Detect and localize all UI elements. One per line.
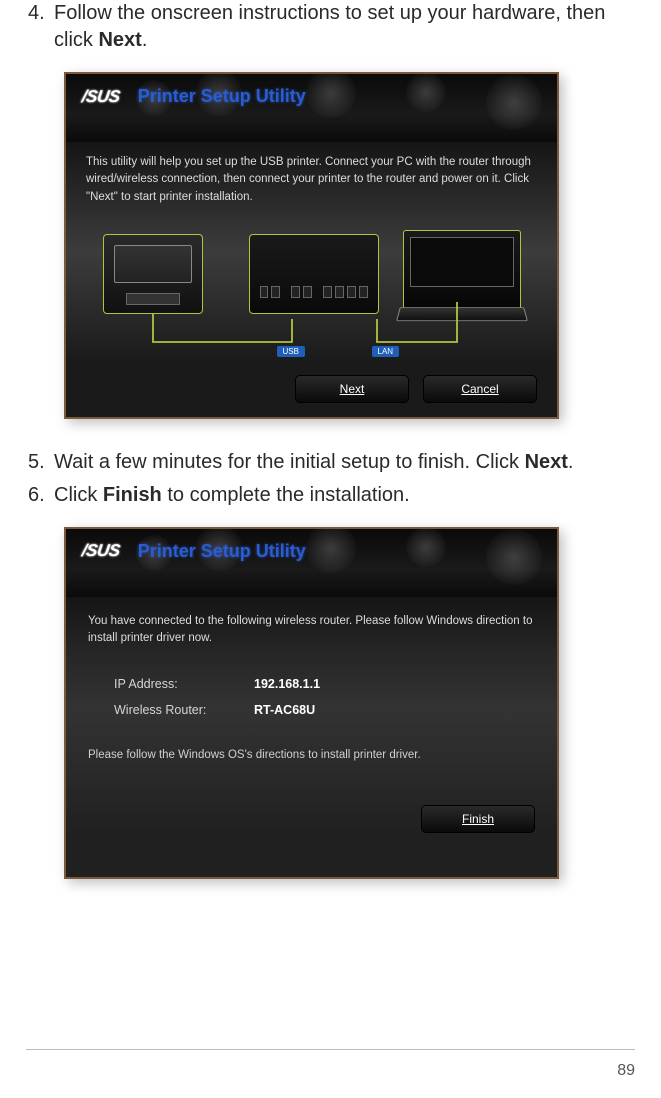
asus-logo: /SUS [81,87,121,107]
ip-row: IP Address: 192.168.1.1 [114,677,535,691]
setup-instruction: This utility will help you set up the US… [86,154,537,206]
utility-title: Printer Setup Utility [138,541,306,562]
footer-rule [26,1049,635,1050]
step-text: Click Finish to complete the installatio… [54,482,410,509]
router-row: Wireless Router: RT-AC68U [114,703,535,717]
driver-note: Please follow the Windows OS's direction… [88,749,535,761]
router-value: RT-AC68U [254,703,315,717]
screenshot-titlebar: /SUS Printer Setup Utility [66,529,557,597]
screenshot-setup: /SUS Printer Setup Utility This utility … [64,72,559,419]
ip-label: IP Address: [114,677,254,691]
utility-title: Printer Setup Utility [138,86,306,107]
screenshot-finish: /SUS Printer Setup Utility You have conn… [64,527,559,879]
screenshot-titlebar: /SUS Printer Setup Utility [66,74,557,142]
asus-logo: /SUS [81,541,121,561]
connection-diagram: USB LAN [97,224,527,359]
finish-button[interactable]: Finish [421,805,535,833]
step-4: 4. Follow the onscreen instructions to s… [28,0,633,54]
step-text: Follow the onscreen instructions to set … [54,0,633,54]
step-number: 5. [28,449,54,476]
router-label: Wireless Router: [114,703,254,717]
step-number: 6. [28,482,54,509]
ip-value: 192.168.1.1 [254,677,320,691]
step-5: 5. Wait a few minutes for the initial se… [28,449,633,476]
usb-tag: USB [277,346,305,357]
next-button[interactable]: Next [295,375,409,403]
finish-instruction: You have connected to the following wire… [88,613,535,648]
cable-lines [97,224,527,359]
step-6: 6. Click Finish to complete the installa… [28,482,633,509]
page-number: 89 [617,1062,635,1080]
step-text: Wait a few minutes for the initial setup… [54,449,573,476]
lan-tag: LAN [372,346,400,357]
cancel-button[interactable]: Cancel [423,375,537,403]
step-number: 4. [28,0,54,54]
